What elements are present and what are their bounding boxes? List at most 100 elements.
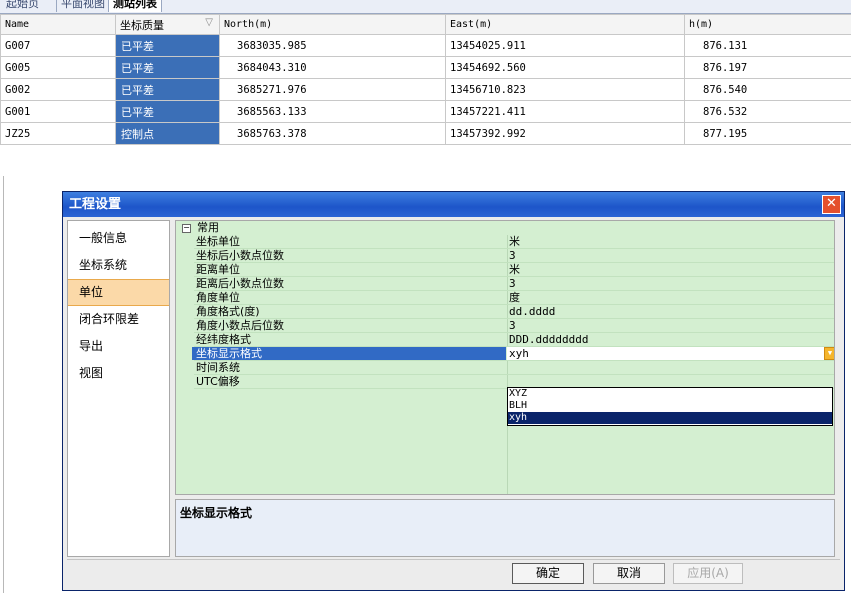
property-key: 坐标后小数点位数 — [196, 249, 284, 262]
property-key: 坐标显示格式 — [192, 347, 506, 360]
nav-item-units[interactable]: 单位 — [68, 279, 169, 306]
table-row[interactable]: G001 已平差 3685563.133 13457221.411 876.53… — [0, 100, 851, 123]
cell-h: 876.532 — [684, 100, 851, 123]
coordinate-format-combo[interactable]: xyh ▼ — [507, 347, 834, 360]
property-row-selected[interactable]: 坐标显示格式 xyh ▼ — [192, 347, 834, 361]
property-value[interactable]: 米 — [509, 235, 520, 248]
description-title: 坐标显示格式 — [180, 506, 253, 520]
category-label: 常用 — [197, 221, 219, 234]
cell-h: 877.195 — [684, 122, 851, 145]
property-value[interactable]: 米 — [509, 263, 520, 276]
cell-h: 876.540 — [684, 78, 851, 101]
nav-item-coordinate-system[interactable]: 坐标系统 — [68, 252, 169, 279]
sort-triangle-icon[interactable]: ▽ — [205, 17, 213, 28]
property-row[interactable]: 时间系统 — [194, 361, 834, 375]
category-common[interactable]: − 常用 — [182, 221, 219, 234]
property-row[interactable]: 坐标单位 米 — [194, 235, 834, 249]
cell-east: 13454692.560 — [445, 56, 685, 79]
cell-north: 3685271.976 — [219, 78, 446, 101]
cell-quality: 已平差 — [115, 78, 220, 101]
tab-station-list[interactable]: 测站列表 — [108, 0, 162, 12]
dropdown-option-xyz[interactable]: XYZ — [508, 388, 832, 400]
column-header-east[interactable]: East(m) — [445, 14, 685, 35]
cell-h: 876.131 — [684, 34, 851, 57]
property-row[interactable]: 角度格式(度) dd.dddd — [194, 305, 834, 319]
table-row[interactable]: G005 已平差 3684043.310 13454692.560 876.19… — [0, 56, 851, 79]
property-row[interactable]: 距离单位 米 — [194, 263, 834, 277]
cell-quality: 已平差 — [115, 34, 220, 57]
nav-item-general-info[interactable]: 一般信息 — [68, 225, 169, 252]
cancel-button[interactable]: 取消 — [593, 563, 665, 584]
property-row[interactable]: 距离后小数点位数 3 — [194, 277, 834, 291]
cell-h: 876.197 — [684, 56, 851, 79]
tab-plan-view[interactable]: 平面视图 — [56, 0, 109, 12]
property-row[interactable]: 经纬度格式 DDD.dddddddd — [194, 333, 834, 347]
cell-north: 3685563.133 — [219, 100, 446, 123]
cell-name: JZ25 — [0, 122, 116, 145]
cell-east: 13457392.992 — [445, 122, 685, 145]
cell-name: G007 — [0, 34, 116, 57]
station-table: Name 坐标质量 ▽ North(m) East(m) h(m) G007 已平… — [0, 14, 851, 145]
property-key: 时间系统 — [196, 361, 240, 374]
cell-east: 13456710.823 — [445, 78, 685, 101]
close-icon[interactable]: ✕ — [822, 195, 841, 214]
dialog-button-bar: 确定 取消 应用(A) — [67, 559, 840, 588]
cell-quality: 控制点 — [115, 122, 220, 145]
project-settings-dialog: 工程设置 ✕ 一般信息 坐标系统 单位 闭合环限差 导出 视图 − 常用 坐标单位… — [62, 191, 845, 591]
cell-name: G001 — [0, 100, 116, 123]
cell-quality: 已平差 — [115, 100, 220, 123]
property-key: UTC偏移 — [196, 375, 240, 388]
property-row[interactable]: 角度小数点后位数 3 — [194, 319, 834, 333]
nav-item-loop-tolerance[interactable]: 闭合环限差 — [68, 306, 169, 333]
dropdown-option-xyh[interactable]: xyh — [508, 412, 832, 424]
combo-value: xyh — [509, 347, 529, 360]
column-header-quality[interactable]: 坐标质量 ▽ — [115, 14, 220, 35]
cell-quality: 已平差 — [115, 56, 220, 79]
settings-nav: 一般信息 坐标系统 单位 闭合环限差 导出 视图 — [67, 220, 170, 557]
property-key: 角度单位 — [196, 291, 240, 304]
column-header-north[interactable]: North(m) — [219, 14, 446, 35]
tab-start-page[interactable]: 起始页 — [2, 0, 43, 12]
cell-name: G002 — [0, 78, 116, 101]
column-header-name[interactable]: Name — [0, 14, 116, 35]
cell-east: 13454025.911 — [445, 34, 685, 57]
property-key: 坐标单位 — [196, 235, 240, 248]
cell-north: 3685763.378 — [219, 122, 446, 145]
property-value[interactable]: 度 — [509, 291, 520, 304]
table-row[interactable]: G002 已平差 3685271.976 13456710.823 876.54… — [0, 78, 851, 101]
property-value[interactable]: 3 — [509, 249, 516, 262]
chevron-down-icon[interactable]: ▼ — [824, 347, 834, 360]
splitter-line — [3, 176, 4, 593]
property-key: 经纬度格式 — [196, 333, 251, 346]
property-value[interactable]: dd.dddd — [509, 305, 555, 318]
cell-north: 3684043.310 — [219, 56, 446, 79]
cell-east: 13457221.411 — [445, 100, 685, 123]
apply-button[interactable]: 应用(A) — [673, 563, 743, 584]
dropdown-option-blh[interactable]: BLH — [508, 400, 832, 412]
table-header-row: Name 坐标质量 ▽ North(m) East(m) h(m) — [0, 14, 851, 35]
collapse-box-icon[interactable]: − — [182, 224, 191, 233]
property-value[interactable]: 3 — [509, 277, 516, 290]
column-header-h[interactable]: h(m) — [684, 14, 851, 35]
dialog-titlebar[interactable]: 工程设置 ✕ — [63, 192, 844, 217]
table-row[interactable]: JZ25 控制点 3685763.378 13457392.992 877.19… — [0, 122, 851, 145]
cell-north: 3683035.985 — [219, 34, 446, 57]
property-row[interactable]: 角度单位 度 — [194, 291, 834, 305]
property-key: 角度小数点后位数 — [196, 319, 284, 332]
property-row[interactable]: 坐标后小数点位数 3 — [194, 249, 834, 263]
dialog-title: 工程设置 — [69, 197, 122, 212]
column-header-quality-label: 坐标质量 — [120, 18, 164, 32]
property-value[interactable]: DDD.dddddddd — [509, 333, 588, 346]
nav-item-view[interactable]: 视图 — [68, 360, 169, 387]
description-pane: 坐标显示格式 — [175, 499, 835, 557]
ok-button[interactable]: 确定 — [512, 563, 584, 584]
cell-name: G005 — [0, 56, 116, 79]
property-key: 角度格式(度) — [196, 305, 260, 318]
property-key: 距离后小数点位数 — [196, 277, 284, 290]
coordinate-format-dropdown: XYZ BLH xyh — [507, 387, 833, 426]
nav-item-export[interactable]: 导出 — [68, 333, 169, 360]
property-key: 距离单位 — [196, 263, 240, 276]
document-tabs: 起始页 平面视图 测站列表 — [0, 0, 851, 14]
table-row[interactable]: G007 已平差 3683035.985 13454025.911 876.13… — [0, 34, 851, 57]
property-value[interactable]: 3 — [509, 319, 516, 332]
